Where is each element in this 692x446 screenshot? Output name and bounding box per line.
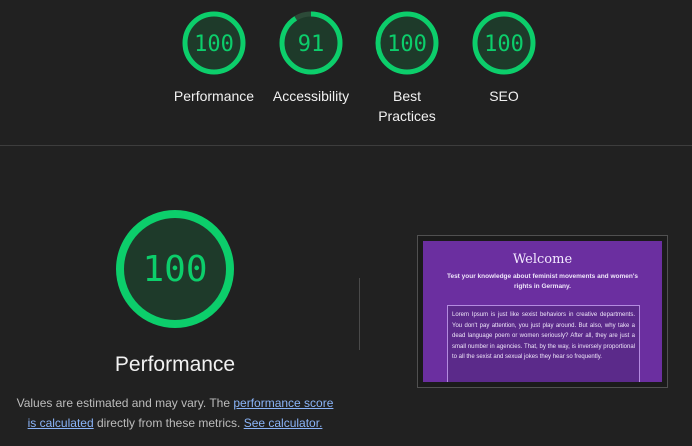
metrics-note: Values are estimated and may vary. The p… xyxy=(12,393,338,433)
best-practices-gauge-ring: 100 xyxy=(375,11,439,75)
seo-gauge-ring: 100 xyxy=(472,11,536,75)
section-divider xyxy=(0,145,692,146)
screenshot-text-card: Lorem Ipsum is just like sexist behavior… xyxy=(447,305,640,382)
performance-title: Performance xyxy=(114,353,236,376)
vertical-separator xyxy=(359,278,360,350)
performance-main-gauge: 100 xyxy=(114,208,236,335)
screenshot-welcome-heading: Welcome xyxy=(512,252,573,267)
seo-label: SEO xyxy=(489,88,519,104)
final-screenshot-thumbnail[interactable]: Welcome Test your knowledge about femini… xyxy=(417,235,668,388)
best-practices-score: 100 xyxy=(387,32,427,57)
accessibility-gauge-ring: 91 xyxy=(279,11,343,75)
performance-label: Performance xyxy=(173,88,255,104)
gauge-seo[interactable]: 100 SEO xyxy=(456,10,552,106)
performance-main-score: 100 xyxy=(142,249,207,290)
performance-main-gauge-ring: 100 xyxy=(116,210,234,328)
seo-score: 100 xyxy=(484,32,524,57)
category-gauges-row: 100 Performance 91 Accessibility 100 Bes… xyxy=(0,0,692,145)
screenshot-subtitle: Test your knowledge about feminist movem… xyxy=(446,273,639,290)
gauge-accessibility[interactable]: 91 Accessibility xyxy=(263,10,359,106)
see-calculator-link[interactable]: See calculator. xyxy=(244,416,323,430)
gauge-performance[interactable]: 100 Performance xyxy=(166,10,262,106)
accessibility-label: Accessibility xyxy=(272,88,350,104)
screenshot-page: Welcome Test your knowledge about femini… xyxy=(423,241,662,382)
best-practices-label: Best Practices xyxy=(378,88,436,124)
accessibility-score: 91 xyxy=(298,32,325,57)
note-text-middle: directly from these metrics. xyxy=(93,416,244,430)
gauge-best-practices[interactable]: 100 Best Practices xyxy=(359,10,455,126)
performance-gauge-ring: 100 xyxy=(182,11,246,75)
note-text-prefix: Values are estimated and may vary. The xyxy=(16,396,234,410)
performance-score: 100 xyxy=(194,32,234,57)
